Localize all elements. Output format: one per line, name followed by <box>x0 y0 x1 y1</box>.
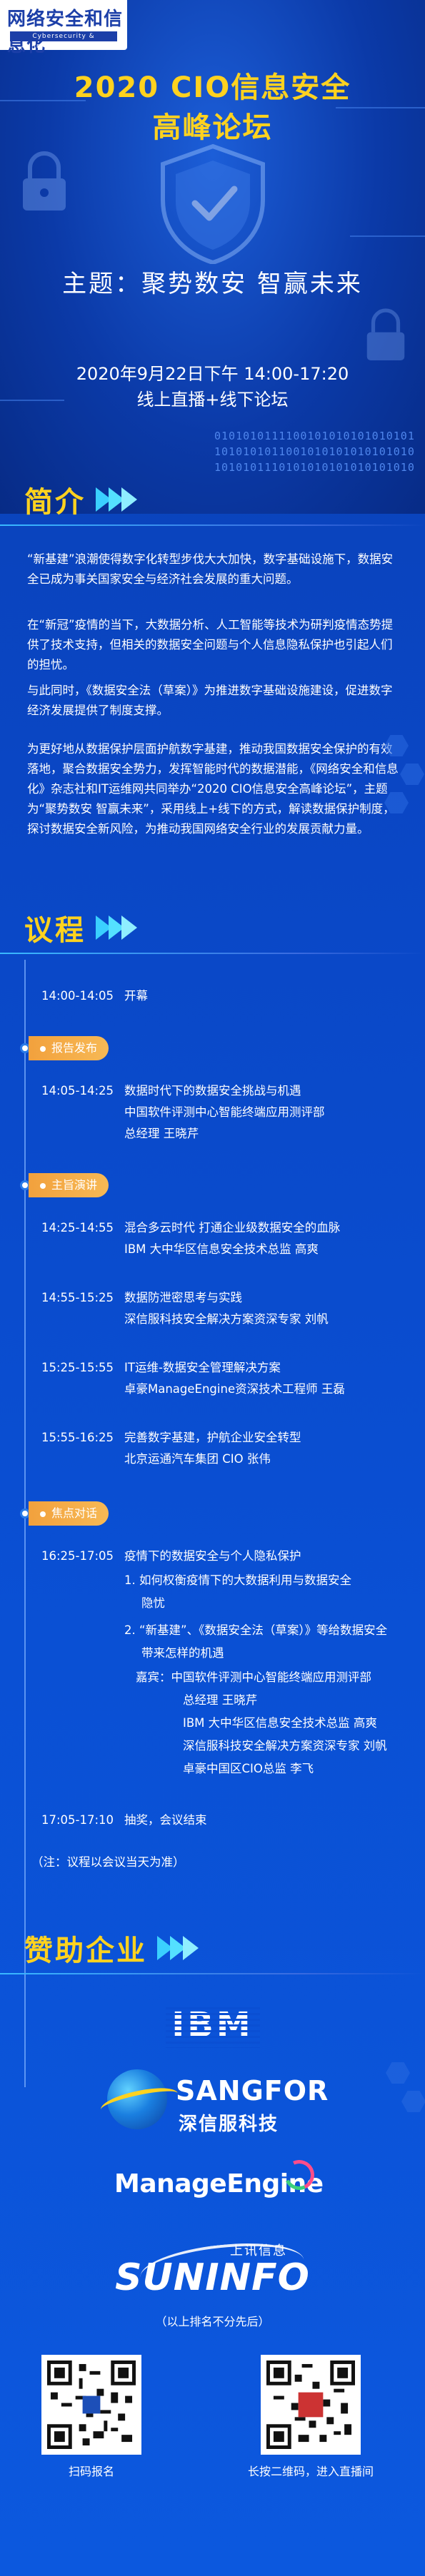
intro-paragraph: 与此同时，《数据安全法（草案）》为推进数字基础设施建设，促进数字经济发展提供了制… <box>27 684 393 717</box>
agenda-text: 嘉宾：中国软件评测中心智能终端应用测评部 <box>136 1670 371 1684</box>
sangfor-logo: SANGFOR <box>176 2075 329 2106</box>
intro-paragraph: “新基建”浪潮使得数字化转型步伐大大加快，数字基础设施下，数据安全已成为事关国家… <box>27 552 394 586</box>
agenda-text: 1. 如何权衡疫情下的大数据利用与数据安全 <box>124 1573 351 1587</box>
agenda-title: 议程 <box>24 914 86 947</box>
agenda-text: 数据时代下的数据安全挑战与机遇 <box>124 1084 301 1097</box>
lock-icon <box>23 151 66 211</box>
ibm-logo-stripes <box>166 2004 260 2048</box>
agenda-time: 14:25-14:55 <box>41 1221 114 1234</box>
binary-decoration: 1010101110101010101010101010101010 <box>214 461 414 474</box>
agenda-text: 混合多云时代 打通企业级数据安全的血脉 <box>124 1221 341 1234</box>
agenda-text: 隐忧 <box>141 1596 165 1610</box>
sponsors-title: 赞助企业 <box>24 1934 147 1967</box>
chevron-right-icon <box>96 487 137 512</box>
tag-dialogue: 焦点对话 <box>29 1501 109 1526</box>
binary-decoration: 1010101011001010101010101010101 <box>214 445 414 458</box>
agenda-item-dialogue: 16:25-17:05 疫情下的数据安全与个人隐私保护 <box>41 1548 301 1564</box>
agenda-text: 总经理 王晓芹 <box>124 1127 199 1140</box>
event-format: 线上直播+线下论坛 <box>136 390 289 410</box>
agenda-item-report: 14:05-14:25 数据时代下的数据安全挑战与机遇 <box>41 1083 301 1099</box>
agenda-item-speech: 15:25-15:55 IT运维-数据安全管理解决方案 <box>41 1360 281 1376</box>
page-title-line2: 高峰论坛 <box>152 111 273 144</box>
section-divider <box>0 953 425 954</box>
agenda-text: 深信服科技安全解决方案资深专家 刘帆 <box>183 1739 387 1753</box>
binary-decoration: 0101010111100101010101010101010 <box>214 430 414 442</box>
hexagon-decoration <box>400 764 424 785</box>
agenda-item-speech: 14:55-15:25 数据防泄密思考与实践 <box>41 1290 242 1306</box>
circuit-line <box>350 235 425 237</box>
agenda-note: （注：议程以会议当天为准） <box>31 1855 185 1869</box>
intro-title: 简介 <box>24 486 86 519</box>
livestream-qr-code[interactable] <box>261 2355 361 2455</box>
magazine-logo: 网络安全和信息化 Cybersecurity & Informatization <box>0 0 127 56</box>
hero-banner: 网络安全和信息化 Cybersecurity & Informatization… <box>0 0 425 514</box>
agenda-time: 15:25-15:55 <box>41 1361 114 1374</box>
sponsors-heading: 赞助企业 <box>24 1927 199 1969</box>
sponsor-note: （以上排名不分先后） <box>155 2315 270 2328</box>
register-caption: 扫码报名 <box>68 2465 114 2478</box>
agenda-time: 14:05-14:25 <box>41 1084 114 1097</box>
agenda-time: 17:05-17:10 <box>41 1813 114 1827</box>
agenda-text: 卓豪ManageEngine资深技术工程师 王磊 <box>124 1382 345 1396</box>
agenda-text: 完善数字基建，护航企业安全转型 <box>124 1431 301 1444</box>
agenda-item-opening: 14:00-14:05 开幕 <box>41 988 148 1004</box>
agenda-text: IT运维-数据安全管理解决方案 <box>124 1361 281 1374</box>
section-divider <box>0 1973 425 1974</box>
agenda-heading: 议程 <box>24 906 137 949</box>
agenda-text: 深信服科技安全解决方案资深专家 刘帆 <box>124 1312 329 1326</box>
agenda-text: 中国软件评测中心智能终端应用测评部 <box>124 1105 325 1119</box>
forum-theme: 主题：聚势数安 智赢未来 <box>62 270 363 298</box>
tag-report: 报告发布 <box>29 1036 109 1060</box>
agenda-time: 14:00-14:05 <box>41 989 114 1003</box>
agenda-time: 14:55-15:25 <box>41 1291 114 1304</box>
agenda-text: 疫情下的数据安全与个人隐私保护 <box>124 1549 301 1563</box>
agenda-text: 卓豪中国区CIO总监 李飞 <box>183 1762 314 1775</box>
logo-subtitle: Cybersecurity & Informatization <box>10 31 117 50</box>
sangfor-logo-cn: 深信服科技 <box>179 2114 279 2135</box>
hexagon-decoration <box>386 2062 410 2084</box>
event-date: 2020年9月22日下午 14:00-17:20 <box>76 364 349 384</box>
agenda-item-speech: 14:25-14:55 混合多云时代 打通企业级数据安全的血脉 <box>41 1220 340 1236</box>
agenda-text: IBM 大中华区信息安全技术总监 高爽 <box>183 1716 377 1730</box>
register-qr-code[interactable] <box>41 2355 141 2455</box>
chevron-right-icon <box>96 916 137 940</box>
section-divider <box>0 524 425 526</box>
agenda-item-closing: 17:05-17:10 抽奖，会议结束 <box>41 1812 207 1828</box>
livestream-caption: 长按二维码，进入直播间 <box>247 2465 374 2478</box>
agenda-time: 16:25-17:05 <box>41 1549 114 1563</box>
hexagon-decoration <box>401 2091 425 2112</box>
agenda-timeline <box>24 960 26 2087</box>
page-title-line1: 2020 CIO信息安全 <box>74 71 351 104</box>
shield-icon <box>161 143 265 264</box>
agenda-text: 北京运通汽车集团 CIO 张伟 <box>124 1452 271 1466</box>
agenda-text: 2. “新基建”、《数据安全法（草案）》等给数据安全 <box>124 1623 388 1637</box>
lock-icon <box>366 308 405 360</box>
qr-code-icon <box>47 2361 136 2449</box>
agenda-text: IBM 大中华区信息安全技术总监 高爽 <box>124 1242 319 1256</box>
agenda-text: 抽奖，会议结束 <box>124 1813 207 1827</box>
agenda-text: 数据防泄密思考与实践 <box>124 1291 242 1304</box>
intro-paragraph: 为更好地从数据保护层面护航数字基建，推动我国数据安全保护的有效落地，聚合数据安全… <box>27 742 399 836</box>
agenda-text: 总经理 王晓芹 <box>183 1693 258 1707</box>
qr-code-icon <box>266 2361 355 2449</box>
intro-heading: 简介 <box>24 478 137 521</box>
intro-paragraph: 在“新冠”疫情的当下，大数据分析、人工智能等技术为研判疫情态势提供了技术支持，但… <box>27 618 394 671</box>
tag-keynote: 主旨演讲 <box>29 1173 109 1197</box>
chevron-right-icon <box>157 1936 199 1960</box>
agenda-item-speech: 15:55-16:25 完善数字基建，护航企业安全转型 <box>41 1430 301 1446</box>
agenda-text: 开幕 <box>124 989 148 1003</box>
suninfo-logo: SUNINFO <box>115 2256 310 2299</box>
agenda-text: 带来怎样的机遇 <box>141 1646 224 1660</box>
agenda-time: 15:55-16:25 <box>41 1431 114 1444</box>
